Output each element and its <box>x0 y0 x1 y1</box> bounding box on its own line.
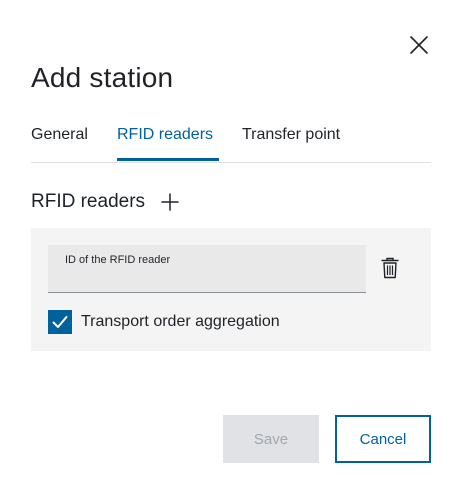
close-icon <box>410 36 428 54</box>
transport-order-aggregation-label: Transport order aggregation <box>81 313 280 330</box>
tab-rfid-readers[interactable]: RFID readers <box>117 126 213 160</box>
rfid-reader-id-field[interactable]: ID of the RFID reader <box>48 245 366 293</box>
add-station-dialog: Add station General RFID readers Transfe… <box>0 0 460 495</box>
section-title: RFID readers <box>31 191 146 212</box>
add-rfid-reader-button[interactable] <box>159 191 181 213</box>
tab-general[interactable]: General <box>31 126 88 160</box>
save-button[interactable]: Save <box>223 415 319 463</box>
transport-order-aggregation-row: Transport order aggregation <box>48 310 280 334</box>
tab-transfer-point[interactable]: Transfer point <box>242 126 340 160</box>
rfid-reader-id-label: ID of the RFID reader <box>65 254 171 266</box>
rfid-section-header: RFID readers <box>31 191 181 213</box>
tab-bar: General RFID readers Transfer point <box>31 117 431 163</box>
rfid-reader-panel: ID of the RFID reader Transport order ag… <box>31 228 431 351</box>
dialog-title: Add station <box>31 62 174 93</box>
rfid-reader-id-input[interactable] <box>64 269 354 289</box>
close-button[interactable] <box>405 31 433 59</box>
plus-icon <box>161 193 179 211</box>
checkmark-icon <box>52 316 68 328</box>
active-tab-indicator <box>117 158 219 161</box>
cancel-button[interactable]: Cancel <box>335 415 431 463</box>
trash-icon <box>381 257 399 279</box>
delete-rfid-reader-button[interactable] <box>379 256 401 280</box>
transport-order-aggregation-checkbox[interactable] <box>48 310 72 334</box>
